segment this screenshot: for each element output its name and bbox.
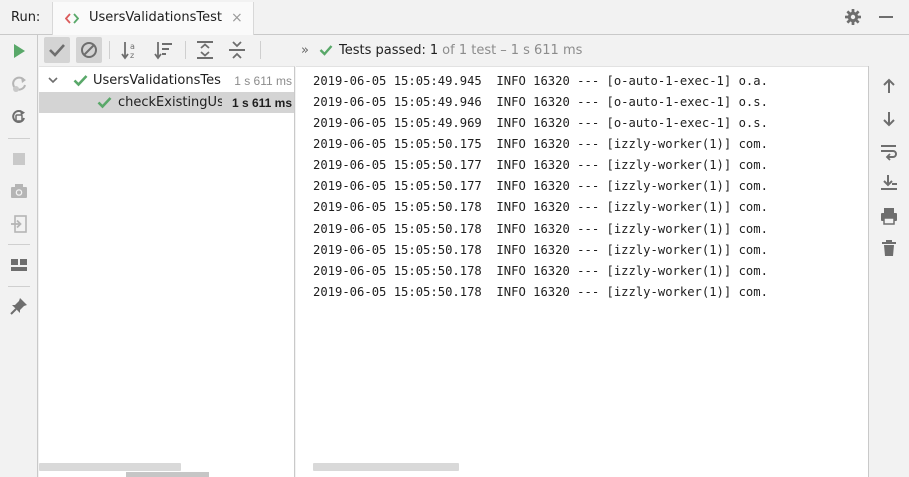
show-ignored-icon [81,42,97,58]
print-icon[interactable] [879,206,899,226]
separator [8,286,30,287]
soft-wrap-icon[interactable] [879,141,899,161]
log-line: 2019-06-05 15:05:50.178 INFO 16320 --- [… [313,285,768,299]
console-horizontal-scrollbar[interactable] [313,463,459,471]
tests-duration: 1 s 611 ms [510,42,583,58]
camera-icon[interactable] [9,181,29,201]
clear-icon[interactable] [879,238,899,258]
separator [109,41,110,59]
toggle-auto-test-icon[interactable] [9,107,29,127]
tests-passed-count: 1 [429,42,439,58]
rerun-icon[interactable] [9,41,29,61]
separator [8,138,30,139]
test-class-name: UsersValidationsTest [93,73,221,88]
separator [185,41,186,59]
passed-check-icon [97,97,112,109]
gear-icon[interactable] [844,8,862,26]
separator [8,244,30,245]
collapse-all-button[interactable] [224,37,250,63]
test-run-icon [65,13,79,24]
tests-total: of 1 test [442,42,497,58]
log-line: 2019-06-05 15:05:49.945 INFO 16320 --- [… [313,74,768,88]
expand-all-icon [197,41,213,59]
test-toolbar: a z » Tests passed: 1 of 1 test – 1 s 61… [39,35,909,65]
test-method-name: checkExistingUsers [118,95,222,110]
tree-item-test-class[interactable]: UsersValidationsTest 1 s 611 ms [39,70,294,91]
console-toolbar [868,66,909,477]
run-label: Run: [11,10,41,25]
show-passed-button[interactable] [44,37,70,63]
run-tool-window-header: Run: UsersValidationsTest × [0,0,909,35]
log-line: 2019-06-05 15:05:50.178 INFO 16320 --- [… [313,243,768,257]
scroll-to-end-icon[interactable] [879,173,899,193]
sort-by-duration-button[interactable] [151,37,177,63]
sort-alpha-icon: a z [121,42,135,60]
log-line: 2019-06-05 15:05:49.969 INFO 16320 --- [… [313,116,768,130]
separator [260,41,261,59]
log-line: 2019-06-05 15:05:50.178 INFO 16320 --- [… [313,264,768,278]
log-line: 2019-06-05 15:05:50.178 INFO 16320 --- [… [313,222,768,236]
stop-icon[interactable] [9,149,29,169]
tests-passed-label: Tests passed: [338,42,426,58]
run-tab-title: UsersValidationsTest [89,10,222,25]
tree-item-test-method[interactable]: checkExistingUsers 1 s 611 ms [39,92,294,113]
test-method-time: 1 s 611 ms [231,96,292,110]
sort-alphabetically-button[interactable]: a z [118,37,144,63]
left-toolbar [0,35,38,477]
close-tab-icon[interactable]: × [231,10,243,26]
test-status: » Tests passed: 1 of 1 test – 1 s 611 ms [301,41,582,59]
pin-icon[interactable] [9,296,29,316]
test-class-time: 1 s 611 ms [234,74,292,88]
tree-horizontal-scrollbar[interactable] [39,463,181,471]
scroll-up-icon[interactable] [879,76,899,96]
log-line: 2019-06-05 15:05:50.177 INFO 16320 --- [… [313,179,768,193]
passed-check-icon [319,45,333,56]
svg-text:z: z [130,51,134,60]
collapse-all-icon [229,41,245,59]
more-actions-chevron[interactable]: » [301,43,309,58]
scroll-down-icon[interactable] [879,109,899,129]
status-dash: – [500,42,507,58]
svg-text:a: a [130,42,135,51]
expand-all-button[interactable] [192,37,218,63]
test-tree[interactable]: UsersValidationsTest 1 s 611 ms checkExi… [39,66,295,477]
show-ignored-button[interactable] [76,37,102,63]
layout-icon[interactable] [9,255,29,275]
bottom-scrollbar[interactable] [126,472,209,477]
show-passed-icon [49,44,65,57]
log-line: 2019-06-05 15:05:50.178 INFO 16320 --- [… [313,200,768,214]
minimize-icon[interactable] [877,8,895,26]
log-line: 2019-06-05 15:05:50.175 INFO 16320 --- [… [313,137,768,151]
run-tab[interactable]: UsersValidationsTest × [52,2,254,35]
expand-arrow-icon[interactable] [48,75,58,85]
console-output[interactable]: 2019-06-05 15:05:49.945 INFO 16320 --- [… [296,66,868,477]
passed-check-icon [73,75,88,87]
sort-duration-icon [154,42,172,60]
log-line: 2019-06-05 15:05:49.946 INFO 16320 --- [… [313,95,768,109]
log-line: 2019-06-05 15:05:50.177 INFO 16320 --- [… [313,158,768,172]
rerun-failed-icon[interactable] [9,75,29,95]
export-icon[interactable] [9,214,29,234]
